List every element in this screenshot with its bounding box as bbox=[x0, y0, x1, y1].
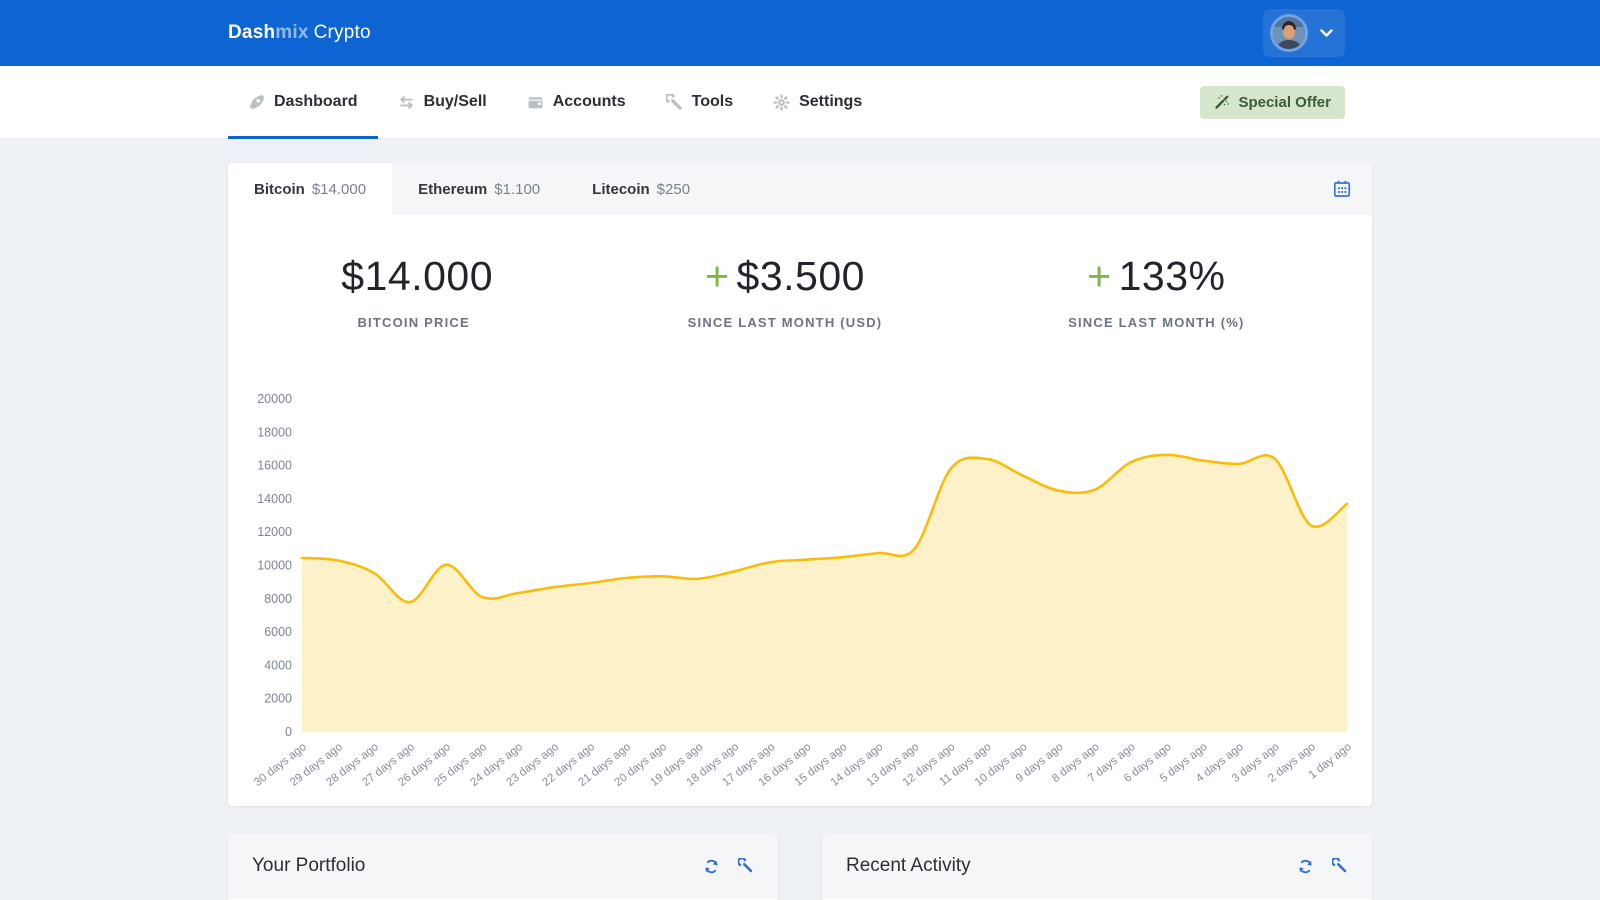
wrench-icon bbox=[666, 94, 683, 111]
coin-price: $250 bbox=[657, 181, 690, 198]
panel-title: Your Portfolio bbox=[252, 855, 365, 877]
coin-price: $14.000 bbox=[312, 181, 366, 198]
price-chart: 0 2000 4000 6000 8000 10000 12000 14000 16000 180… bbox=[228, 372, 1372, 806]
svg-text:10000: 10000 bbox=[257, 559, 292, 573]
stat-change-usd: +$3.500 SINCE LAST MONTH (USD) bbox=[599, 253, 970, 330]
brand-logo: Dashmix Crypto bbox=[228, 22, 371, 44]
brand-light: mix bbox=[275, 22, 308, 43]
stat-change-percent: +133% SINCE LAST MONTH (%) bbox=[971, 253, 1342, 330]
svg-text:14000: 14000 bbox=[257, 492, 292, 506]
coin-name: Ethereum bbox=[418, 181, 487, 198]
refresh-button[interactable] bbox=[703, 858, 720, 875]
wrench-icon bbox=[1332, 858, 1348, 874]
svg-text:12000: 12000 bbox=[257, 525, 292, 539]
coin-name: Litecoin bbox=[592, 181, 650, 198]
tab-ethereum[interactable]: Ethereum $1.100 bbox=[392, 163, 566, 215]
calendar-button[interactable] bbox=[1332, 179, 1352, 199]
crypto-overview-card: Bitcoin $14.000 Ethereum $1.100 Litecoin… bbox=[228, 163, 1372, 806]
brand-suffix: Crypto bbox=[314, 22, 371, 43]
coin-price: $1.100 bbox=[494, 181, 540, 198]
gear-icon bbox=[773, 94, 790, 111]
nav-item-buy-sell[interactable]: Buy/Sell bbox=[378, 66, 507, 138]
svg-text:2000: 2000 bbox=[264, 692, 292, 706]
nav-item-label: Settings bbox=[799, 93, 862, 111]
rocket-icon bbox=[248, 94, 265, 111]
chevron-down-icon bbox=[1320, 29, 1333, 38]
wrench-icon bbox=[738, 858, 754, 874]
main-navigation: Dashboard Buy/Sell Accounts Tools Settin… bbox=[0, 66, 1600, 139]
user-avatar bbox=[1270, 14, 1308, 52]
top-header-bar: Dashmix Crypto bbox=[0, 0, 1600, 66]
calendar-icon bbox=[1332, 179, 1352, 199]
bottom-panels: Your Portfolio R bbox=[228, 833, 1372, 900]
svg-text:4000: 4000 bbox=[264, 658, 292, 672]
nav-item-label: Dashboard bbox=[274, 93, 358, 111]
stats-row: $14.000 BITCOIN PRICE +$3.500 SINCE LAST… bbox=[228, 215, 1372, 372]
stat-label: SINCE LAST MONTH (USD) bbox=[599, 315, 970, 330]
tab-bitcoin[interactable]: Bitcoin $14.000 bbox=[228, 163, 392, 215]
refresh-icon bbox=[703, 858, 720, 875]
svg-text:6000: 6000 bbox=[264, 625, 292, 639]
svg-text:16000: 16000 bbox=[257, 459, 292, 473]
settings-button[interactable] bbox=[738, 858, 754, 874]
brand-bold: Dash bbox=[228, 22, 275, 43]
nav-item-tools[interactable]: Tools bbox=[646, 66, 753, 138]
svg-text:8000: 8000 bbox=[264, 592, 292, 606]
portfolio-panel: Your Portfolio bbox=[228, 833, 778, 900]
stat-prefix: + bbox=[1087, 253, 1111, 299]
nav-item-accounts[interactable]: Accounts bbox=[507, 66, 646, 138]
special-offer-label: Special Offer bbox=[1238, 94, 1331, 111]
svg-text:20000: 20000 bbox=[257, 392, 292, 406]
stat-bitcoin-price: $14.000 BITCOIN PRICE bbox=[228, 253, 599, 330]
portfolio-panel-header: Your Portfolio bbox=[228, 833, 778, 899]
magic-wand-icon bbox=[1214, 94, 1230, 110]
user-menu-button[interactable] bbox=[1263, 9, 1345, 57]
coin-name: Bitcoin bbox=[254, 181, 305, 198]
activity-panel: Recent Activity bbox=[822, 833, 1372, 900]
special-offer-button[interactable]: Special Offer bbox=[1200, 86, 1345, 119]
wallet-icon bbox=[527, 94, 544, 111]
settings-button[interactable] bbox=[1332, 858, 1348, 874]
exchange-icon bbox=[398, 94, 415, 111]
tab-litecoin[interactable]: Litecoin $250 bbox=[566, 163, 716, 215]
stat-prefix: + bbox=[705, 253, 729, 299]
nav-item-label: Tools bbox=[692, 93, 733, 111]
nav-item-label: Buy/Sell bbox=[424, 93, 487, 111]
refresh-icon bbox=[1297, 858, 1314, 875]
svg-text:18000: 18000 bbox=[257, 425, 292, 439]
stat-label: SINCE LAST MONTH (%) bbox=[971, 315, 1342, 330]
coin-tabs: Bitcoin $14.000 Ethereum $1.100 Litecoin… bbox=[228, 163, 1372, 215]
nav-item-label: Accounts bbox=[553, 93, 626, 111]
refresh-button[interactable] bbox=[1297, 858, 1314, 875]
nav-item-settings[interactable]: Settings bbox=[753, 66, 882, 138]
stat-value: $14.000 bbox=[341, 253, 493, 299]
activity-panel-header: Recent Activity bbox=[822, 833, 1372, 899]
stat-label: BITCOIN PRICE bbox=[228, 315, 599, 330]
stat-value: $3.500 bbox=[737, 253, 865, 299]
stat-value: 133% bbox=[1119, 253, 1226, 299]
panel-title: Recent Activity bbox=[846, 855, 971, 877]
price-chart-area: 0 2000 4000 6000 8000 10000 12000 14000 16000 180… bbox=[228, 372, 1372, 806]
svg-text:0: 0 bbox=[285, 725, 292, 739]
nav-item-dashboard[interactable]: Dashboard bbox=[228, 66, 378, 138]
